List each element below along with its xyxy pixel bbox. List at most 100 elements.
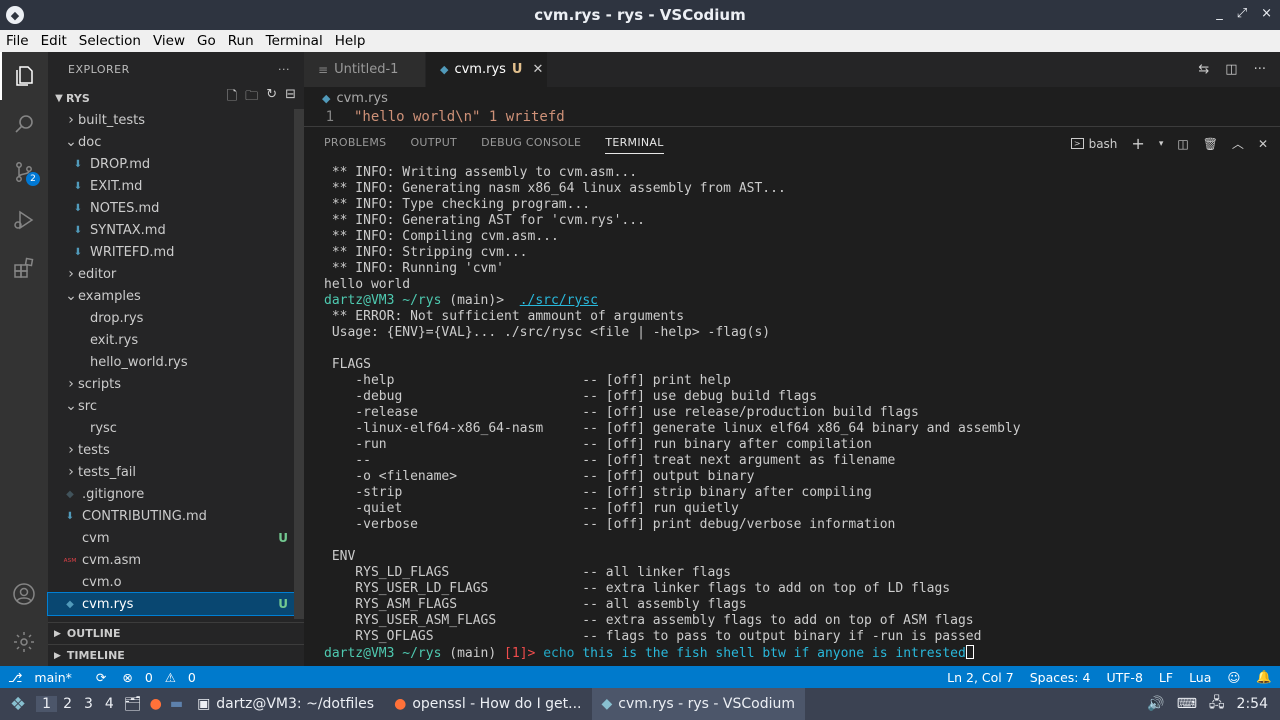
extensions-icon[interactable] xyxy=(0,244,48,292)
tree-item-label: .gitignore xyxy=(82,486,145,502)
menu-terminal[interactable]: Terminal xyxy=(260,33,329,49)
panel-tab-output[interactable]: OUTPUT xyxy=(410,136,457,149)
status-encoding[interactable]: UTF-8 xyxy=(1098,670,1150,685)
maximize-button[interactable]: ⤢ xyxy=(1237,6,1247,21)
tab-untitled-1[interactable]: ≡ Untitled-1 xyxy=(304,52,426,87)
status-indentation[interactable]: Spaces: 4 xyxy=(1022,670,1099,685)
collapse-all-icon[interactable]: ⊟ xyxy=(285,87,296,109)
menu-file[interactable]: File xyxy=(0,33,35,49)
menu-edit[interactable]: Edit xyxy=(35,33,73,49)
outline-section[interactable]: ▶ OUTLINE xyxy=(48,622,304,644)
settings-gear-icon[interactable] xyxy=(0,618,48,666)
notifications-bell-icon[interactable]: 🔔 xyxy=(1248,669,1280,685)
more-actions-icon[interactable]: ··· xyxy=(1254,62,1266,77)
git-icon: ◆ xyxy=(66,488,74,500)
breadcrumb[interactable]: ◆ cvm.rys xyxy=(304,87,1280,109)
clock[interactable]: 2:54 xyxy=(1237,696,1268,712)
workspace-4[interactable]: 4 xyxy=(99,696,120,712)
tree-item[interactable]: ⬇ EXIT.md xyxy=(48,175,304,197)
sync-icon[interactable]: ⟳ xyxy=(88,670,114,685)
run-debug-icon[interactable] xyxy=(0,196,48,244)
menu-view[interactable]: View xyxy=(147,33,191,49)
trash-icon[interactable]: 🗑 xyxy=(1203,137,1218,151)
status-eol[interactable]: LF xyxy=(1151,670,1181,685)
explorer-icon[interactable] xyxy=(0,52,48,100)
breadcrumb-file[interactable]: cvm.rys xyxy=(336,91,387,106)
maximize-panel-icon[interactable]: ︿ xyxy=(1232,135,1244,152)
start-menu-icon[interactable]: ❖ xyxy=(0,688,36,720)
new-terminal-icon[interactable]: + xyxy=(1131,134,1144,153)
new-file-icon[interactable]: 🗋 xyxy=(227,87,237,109)
terminal-shell-selector[interactable]: > bash xyxy=(1070,137,1117,151)
source-control-icon[interactable]: 2 xyxy=(0,148,48,196)
chevron-down-icon[interactable]: ▾ xyxy=(1159,139,1164,149)
network-icon[interactable]: 🖧 xyxy=(1209,692,1225,716)
volume-icon[interactable]: 🔊 xyxy=(1147,696,1164,712)
keyboard-icon[interactable]: ⌨ xyxy=(1177,696,1197,712)
split-editor-icon[interactable]: ◫ xyxy=(1225,62,1237,77)
workspace-2[interactable]: 2 xyxy=(57,696,78,712)
tree-item[interactable]: cvm U xyxy=(48,527,304,549)
taskbar-app-firefox[interactable]: ● openssl - How do I get... xyxy=(384,688,591,720)
status-cursor-position[interactable]: Ln 2, Col 7 xyxy=(939,670,1022,685)
refresh-icon[interactable]: ↻ xyxy=(266,87,277,109)
status-language[interactable]: Lua xyxy=(1181,670,1219,685)
account-icon[interactable] xyxy=(0,570,48,618)
tree-item[interactable]: ◆ cvm.rys U xyxy=(47,592,305,616)
terminal-output[interactable]: ** INFO: Writing assembly to cvm.asm... … xyxy=(324,165,1021,662)
tree-item[interactable]: ⬇ WRITEFD.md xyxy=(48,241,304,263)
taskbar-app-terminal[interactable]: ▣ dartz@VM3: ~/dotfiles xyxy=(187,688,384,720)
tree-item[interactable]: ⌄ examples xyxy=(48,285,304,307)
tree-item[interactable]: rysc xyxy=(48,417,304,439)
tree-item[interactable]: › editor xyxy=(48,263,304,285)
tree-item[interactable]: drop.rys xyxy=(48,307,304,329)
code-line[interactable]: 1 "hello world\n" 1 writefd xyxy=(304,109,1280,125)
tab-cvm-rys[interactable]: ◆ cvm.rys U ✕ xyxy=(426,52,548,87)
tree-item[interactable]: ⬇ CONTRIBUTING.md xyxy=(48,505,304,527)
minimize-button[interactable]: _ xyxy=(1216,6,1223,21)
tree-item[interactable]: ⬇ NOTES.md xyxy=(48,197,304,219)
tree-item[interactable]: › tests xyxy=(48,439,304,461)
menu-selection[interactable]: Selection xyxy=(73,33,147,49)
vscodium-app-icon[interactable]: ◆ xyxy=(6,6,24,24)
tree-item[interactable]: ◆ .gitignore xyxy=(48,483,304,505)
timeline-section[interactable]: ▶ TIMELINE xyxy=(48,644,304,666)
close-panel-icon[interactable]: ✕ xyxy=(1258,137,1268,151)
status-problems[interactable]: ⊗ 0 ⚠ 0 xyxy=(114,670,212,685)
search-icon[interactable] xyxy=(0,100,48,148)
panel-tab-debug-console[interactable]: DEBUG CONSOLE xyxy=(481,136,581,149)
panel-tab-terminal[interactable]: TERMINAL xyxy=(605,131,664,154)
tree-item[interactable]: ⌄ doc xyxy=(48,131,304,153)
split-terminal-icon[interactable]: ◫ xyxy=(1177,137,1188,151)
tree-item[interactable]: exit.rys xyxy=(48,329,304,351)
workspace-1[interactable]: 1 xyxy=(36,696,58,712)
sidebar-scrollbar[interactable] xyxy=(294,109,304,619)
tree-item[interactable]: hello_world.rys xyxy=(48,351,304,373)
tree-item[interactable]: ᴀsᴍ cvm.asm xyxy=(48,549,304,571)
tree-item[interactable]: › tests_fail xyxy=(48,461,304,483)
tree-item[interactable]: ⌄ src xyxy=(48,395,304,417)
feedback-icon[interactable]: ☺ xyxy=(1219,670,1248,685)
tree-item[interactable]: ⬇ DROP.md xyxy=(48,153,304,175)
menu-help[interactable]: Help xyxy=(329,33,372,49)
taskbar-app-vscodium[interactable]: ◆ cvm.rys - rys - VSCodium xyxy=(591,688,806,720)
menu-go[interactable]: Go xyxy=(191,33,222,49)
tree-item[interactable]: ⬇ SYNTAX.md xyxy=(48,219,304,241)
firefox-launcher-icon[interactable]: ● xyxy=(146,688,166,720)
panel-tab-problems[interactable]: PROBLEMS xyxy=(324,136,386,149)
compare-changes-icon[interactable]: ⇆ xyxy=(1198,62,1209,77)
folder-launcher-icon[interactable]: ▬ xyxy=(166,688,187,720)
files-launcher-icon[interactable]: 🗂 xyxy=(120,688,146,720)
tree-item-label: tests_fail xyxy=(78,464,137,480)
new-folder-icon[interactable]: 🗀 xyxy=(245,87,258,109)
tree-item[interactable]: › built_tests xyxy=(48,109,304,131)
status-branch[interactable]: ⎇ main* xyxy=(0,670,88,685)
workspace-3[interactable]: 3 xyxy=(78,696,99,712)
workspace-root[interactable]: ▼ RYS 🗋 🗀 ↻ ⊟ xyxy=(48,87,304,109)
tree-item[interactable]: › scripts xyxy=(48,373,304,395)
close-window-button[interactable]: × xyxy=(1261,6,1272,21)
close-tab-icon[interactable]: ✕ xyxy=(532,62,543,77)
menu-run[interactable]: Run xyxy=(222,33,260,49)
tree-item[interactable]: cvm.o xyxy=(48,571,304,593)
explorer-more-button[interactable]: ··· xyxy=(278,63,290,76)
